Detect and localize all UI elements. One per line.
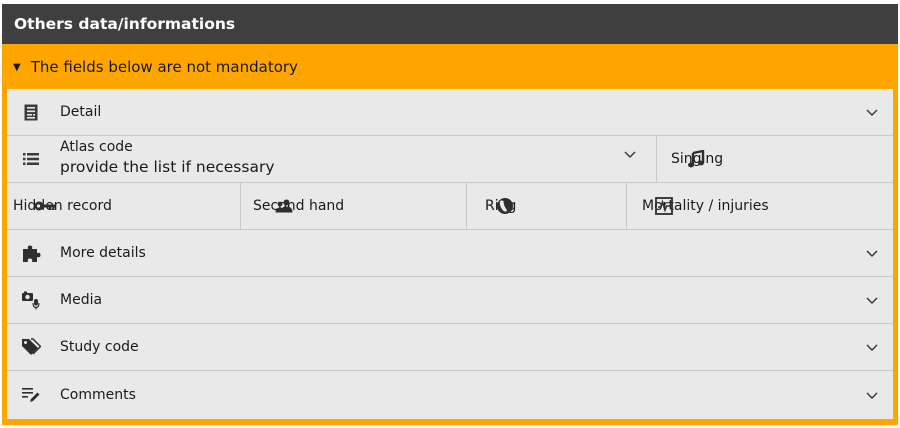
users-icon bbox=[273, 196, 295, 216]
more-details-row[interactable]: More details bbox=[7, 230, 893, 277]
atlas-code-value: provide the list if necessary bbox=[60, 158, 275, 176]
chevron-down-icon bbox=[865, 246, 879, 260]
document-icon bbox=[21, 102, 41, 122]
media-row[interactable]: Media bbox=[7, 277, 893, 324]
detail-row[interactable]: Detail bbox=[7, 89, 893, 136]
list-icon bbox=[21, 149, 41, 169]
study-code-label: Study code bbox=[60, 339, 139, 355]
edit-lines-icon bbox=[21, 385, 41, 405]
mortality-toggle[interactable]: Mortality / injuries bbox=[627, 183, 893, 229]
key-icon bbox=[34, 196, 56, 216]
media-label: Media bbox=[60, 292, 103, 308]
music-note-icon bbox=[685, 149, 707, 169]
chevron-down-icon bbox=[865, 340, 879, 354]
atlas-code-select[interactable]: Atlas code provide the list if necessary bbox=[7, 136, 657, 182]
detail-label: Detail bbox=[60, 104, 102, 120]
camera-microphone-icon bbox=[21, 290, 41, 310]
comments-label: Comments bbox=[60, 387, 136, 403]
chevron-down-icon bbox=[865, 388, 879, 402]
ring-icon bbox=[494, 196, 516, 216]
singing-toggle[interactable]: Singing bbox=[657, 136, 893, 182]
comments-row[interactable]: Comments bbox=[7, 371, 893, 419]
notice-text: The fields below are not mandatory bbox=[30, 57, 298, 76]
puzzle-piece-icon bbox=[21, 243, 41, 263]
chevron-down-icon bbox=[865, 293, 879, 307]
optional-fields-panel: ▼ The fields below are not mandatory Det… bbox=[2, 44, 898, 425]
atlas-code-label: Atlas code bbox=[60, 139, 133, 155]
section-header: Others data/informations bbox=[2, 4, 898, 44]
more-details-label: More details bbox=[60, 245, 146, 261]
chevron-down-icon bbox=[865, 105, 879, 119]
hidden-record-label: Hidden record bbox=[13, 198, 112, 214]
chevron-down-icon bbox=[623, 147, 637, 161]
tags-icon bbox=[21, 337, 41, 357]
study-code-row[interactable]: Study code bbox=[7, 324, 893, 371]
heart-monitor-icon bbox=[653, 196, 675, 216]
hidden-record-toggle[interactable]: Hidden record bbox=[7, 183, 241, 229]
second-hand-toggle[interactable]: Second hand bbox=[241, 183, 467, 229]
atlas-singing-row: Atlas code provide the list if necessary… bbox=[7, 136, 893, 183]
section-title: Others data/informations bbox=[14, 15, 236, 33]
fields-list: Detail Atlas code provide the list if ne… bbox=[7, 89, 893, 419]
flags-row: Hidden record Second hand Ring Mortality… bbox=[7, 183, 893, 230]
caret-down-icon: ▼ bbox=[13, 62, 21, 73]
optional-fields-toggle[interactable]: ▼ The fields below are not mandatory bbox=[2, 44, 898, 89]
second-hand-label: Second hand bbox=[253, 198, 345, 214]
ring-toggle[interactable]: Ring bbox=[467, 183, 627, 229]
